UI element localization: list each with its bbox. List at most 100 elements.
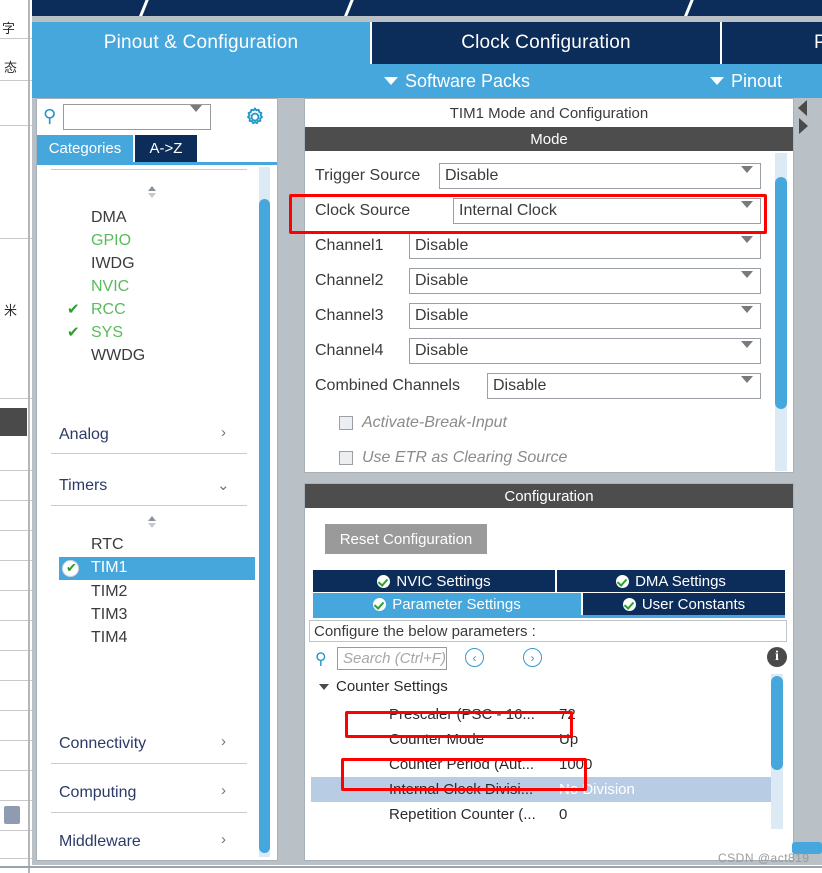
parameter-search-input[interactable]: Search (Ctrl+F) (337, 647, 447, 670)
channel4-combo[interactable]: Disable (409, 338, 761, 365)
scroll-up-down-icon[interactable] (145, 185, 159, 199)
sidebar-item-tim4[interactable]: TIM4 (91, 629, 127, 647)
configuration-header: Configuration (305, 484, 793, 508)
tab-user-constants-label: User Constants (641, 595, 746, 613)
combined-channels-combo[interactable]: Disable (487, 373, 761, 400)
sidebar-item-sys[interactable]: SYS (91, 324, 123, 342)
chevron-right-icon: › (221, 733, 226, 750)
sidebar-item-tim2[interactable]: TIM2 (91, 583, 127, 601)
sidebar-item-rtc[interactable]: RTC (91, 536, 124, 554)
window-title-strip (32, 0, 822, 16)
sidebar-item-nvic[interactable]: NVIC (91, 278, 129, 296)
chevron-right-icon: › (221, 831, 226, 848)
parameter-nav-next-button[interactable]: › (523, 648, 542, 667)
scroll-up-down-icon-timers[interactable] (145, 515, 159, 529)
channel1-combo[interactable]: Disable (409, 233, 761, 260)
chevron-down-icon (741, 376, 753, 400)
parameter-group-counter-settings[interactable]: Counter Settings (319, 678, 448, 695)
table-row-counter-mode[interactable]: Counter Mode Up (311, 727, 771, 752)
check-icon-rcc: ✔ (67, 301, 80, 318)
field-combined-channels: Combined Channels (315, 377, 460, 395)
channel3-value: Disable (415, 307, 469, 324)
background-glyph-1: 字 (2, 22, 16, 37)
combined-channels-label: Combined Channels (315, 377, 460, 394)
gear-icon[interactable] (244, 106, 266, 128)
chevron-down-icon (319, 683, 329, 690)
tab-pinout-configuration-label: Pinout & Configuration (103, 32, 299, 53)
secondary-bar: Software Packs Pinout (32, 64, 822, 98)
counter-mode-value: Up (559, 731, 579, 748)
sidebar-item-dma[interactable]: DMA (91, 209, 127, 227)
clock-source-combo[interactable]: Internal Clock (453, 198, 761, 225)
table-row-prescaler[interactable]: Prescaler (PSC - 16... 72 (311, 702, 771, 727)
prescaler-value: 72 (559, 706, 576, 723)
sidebar-group-middleware[interactable]: Middleware (59, 833, 141, 851)
tab-parameter-settings[interactable]: Parameter Settings (313, 593, 581, 615)
tab-parameter-settings-label: Parameter Settings (392, 595, 521, 613)
tab-project-manager-label: P (814, 32, 822, 53)
sidebar-tab-a-to-z[interactable]: A->Z (135, 135, 197, 162)
checkbox-activate-break-input[interactable]: Activate-Break-Input (339, 414, 507, 432)
chevron-down-icon (384, 77, 398, 85)
tab-pinout-configuration[interactable]: Pinout & Configuration (32, 22, 370, 64)
info-icon[interactable]: i (767, 647, 787, 667)
sidebar-group-analog[interactable]: Analog (59, 426, 109, 444)
tab-user-constants[interactable]: User Constants (583, 593, 785, 615)
sidebar-group-timers[interactable]: Timers (59, 477, 107, 495)
sidebar-group-computing[interactable]: Computing (59, 784, 136, 802)
internal-clock-division-name: Internal Clock Divisi... (389, 781, 534, 798)
bottom-divider (0, 866, 822, 868)
parameters-scrollbar-thumb[interactable] (771, 676, 783, 770)
channel3-combo[interactable]: Disable (409, 303, 761, 330)
chevron-down-icon: ⌄ (217, 477, 230, 494)
tab-nvic-settings[interactable]: NVIC Settings (313, 570, 555, 592)
sidebar-item-wwdg[interactable]: WWDG (91, 347, 145, 365)
checkbox-icon[interactable] (339, 451, 353, 465)
panel-collapse-right-arrow[interactable] (799, 118, 808, 134)
background-glyph-2: 态 (4, 61, 18, 76)
parameter-search-icon: ⚲ (315, 651, 327, 668)
counter-mode-name: Counter Mode (389, 731, 485, 748)
sidebar-item-rcc[interactable]: RCC (91, 301, 126, 319)
field-channel2: Channel2 (315, 272, 384, 290)
chevron-down-icon (741, 201, 753, 225)
tab-nvic-settings-label: NVIC Settings (396, 572, 491, 590)
tab-dma-settings[interactable]: DMA Settings (557, 570, 785, 592)
parameter-nav-prev-button[interactable]: ‹ (465, 648, 484, 667)
checkbox-use-etr-clearing-source[interactable]: Use ETR as Clearing Source (339, 449, 567, 467)
chevron-down-icon (741, 271, 753, 295)
checkbox-icon[interactable] (339, 416, 353, 430)
activate-break-input-label: Activate-Break-Input (362, 414, 507, 431)
table-row-internal-clock-division[interactable]: Internal Clock Divisi... No Division (311, 777, 771, 802)
tab-clock-configuration[interactable]: Clock Configuration (372, 22, 720, 64)
chevron-down-icon (710, 77, 724, 85)
reset-configuration-button[interactable]: Reset Configuration (325, 524, 487, 554)
field-channel4: Channel4 (315, 342, 384, 360)
sidebar-search-input[interactable] (63, 104, 211, 130)
sidebar-scrollbar-thumb[interactable] (259, 199, 270, 853)
sidebar-item-gpio[interactable]: GPIO (91, 232, 131, 250)
check-icon (373, 597, 387, 611)
channel2-combo[interactable]: Disable (409, 268, 761, 295)
parameter-nav-prev-label: ‹ (472, 650, 477, 665)
sidebar-group-connectivity[interactable]: Connectivity (59, 735, 146, 753)
sidebar-item-iwdg[interactable]: IWDG (91, 255, 135, 273)
sidebar-view-tabs: Categories A->Z (37, 135, 277, 162)
chevron-down-icon (741, 341, 753, 365)
pinout-menu[interactable]: Pinout (710, 64, 782, 98)
mode-scrollbar-thumb[interactable] (775, 177, 787, 409)
field-trigger-source: Trigger Source (315, 167, 420, 185)
trigger-source-label: Trigger Source (315, 167, 421, 184)
sidebar-item-tim3[interactable]: TIM3 (91, 606, 127, 624)
parameter-nav-next-label: › (530, 650, 535, 665)
trigger-source-combo[interactable]: Disable (439, 163, 761, 190)
sidebar-tab-categories-label: Categories (48, 140, 122, 157)
background-glyph-3: 米 (4, 304, 18, 319)
software-packs-menu[interactable]: Software Packs (384, 64, 530, 98)
table-row-repetition-counter[interactable]: Repetition Counter (... 0 (311, 802, 771, 827)
sidebar-item-tim1[interactable]: ✔ TIM1 (59, 557, 255, 580)
table-row-counter-period[interactable]: Counter Period (Aut... 1000 (311, 752, 771, 777)
sidebar-tab-categories[interactable]: Categories (37, 135, 133, 162)
panel-collapse-left-arrow[interactable] (798, 100, 807, 116)
tab-project-manager[interactable]: P (722, 22, 822, 64)
